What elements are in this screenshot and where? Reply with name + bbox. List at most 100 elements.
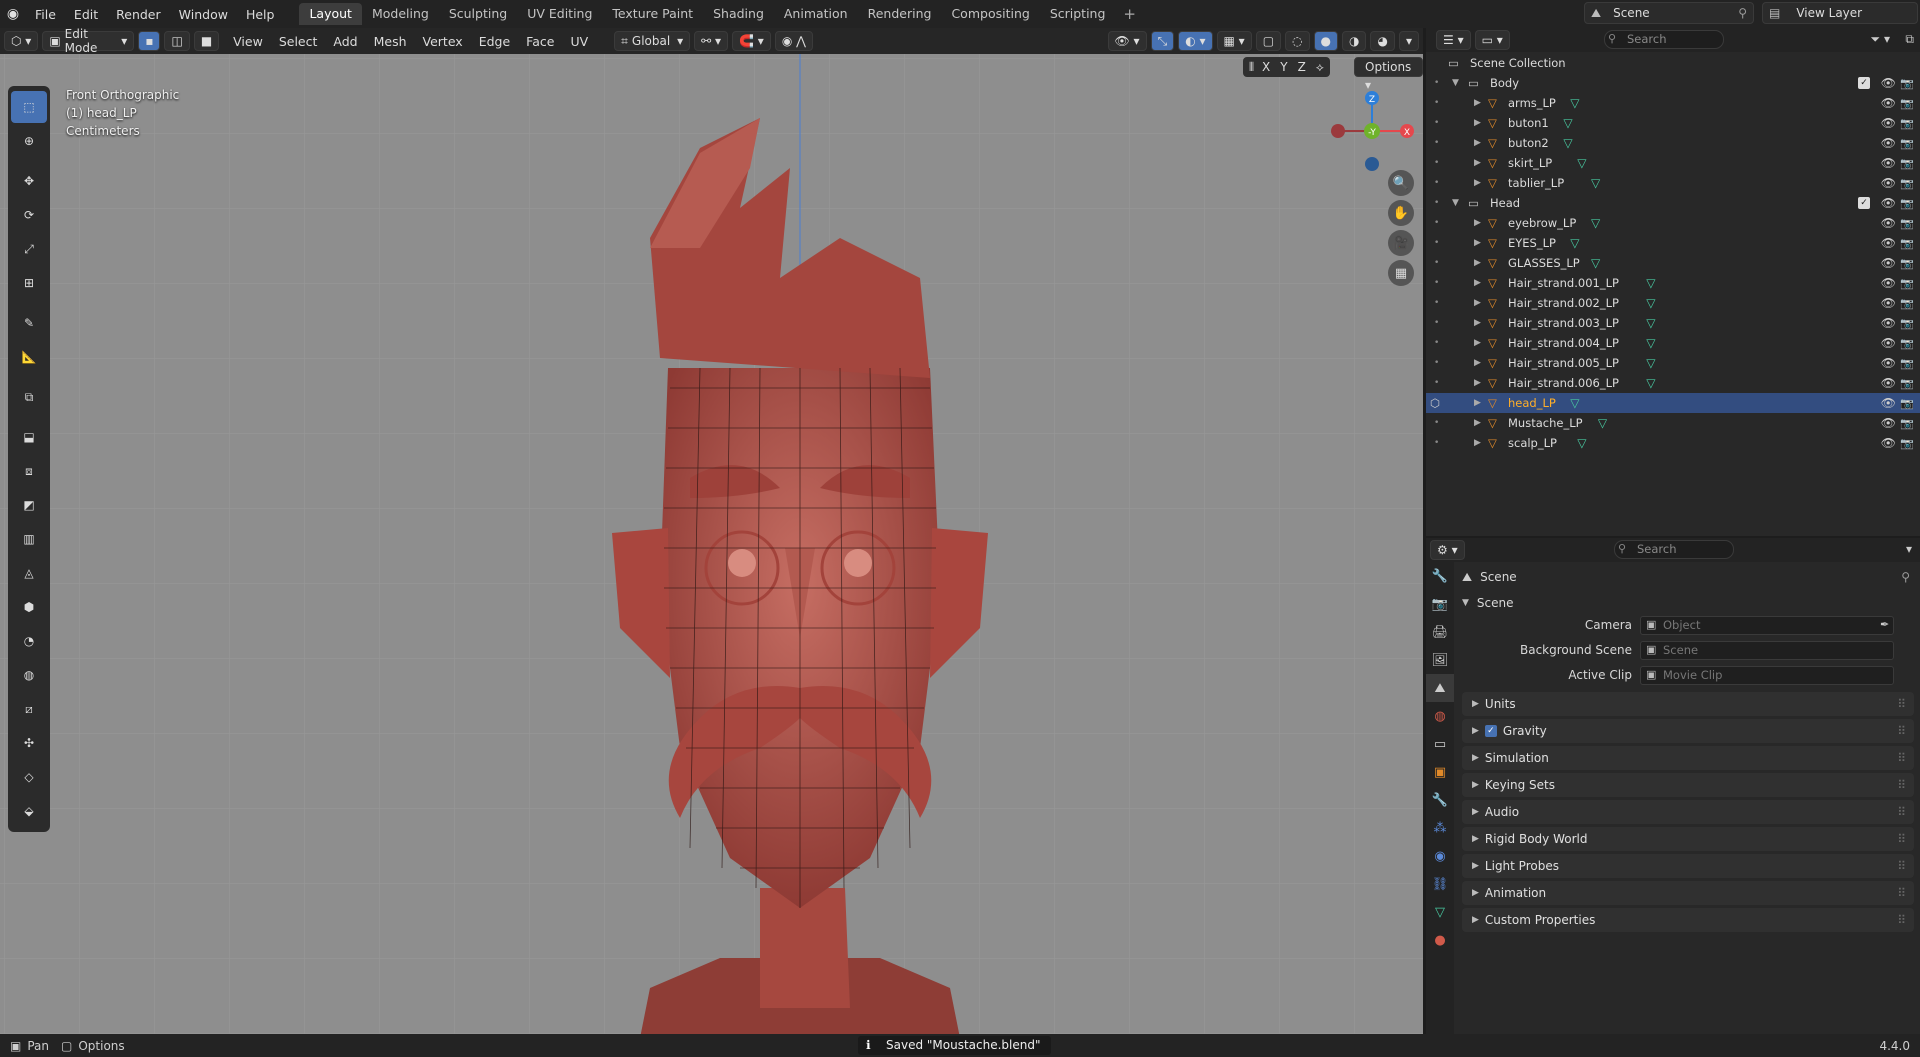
menu-view[interactable]: View — [225, 34, 271, 49]
mesh-data-icon[interactable]: ▽ — [1646, 356, 1655, 370]
field-input[interactable]: Scene — [1640, 641, 1894, 660]
shrink-fatten-tool-icon[interactable]: ✣ — [11, 727, 47, 759]
camera-icon[interactable]: 📷 — [1900, 337, 1914, 350]
drag-handle-icon[interactable]: ⠿ — [1897, 859, 1906, 873]
collection-row[interactable]: • ▼ ▭ Head ✓ 👁 📷 — [1426, 193, 1920, 213]
chevron-right-icon[interactable]: ▶ — [1474, 398, 1481, 408]
chevron-right-icon[interactable]: ▶ — [1474, 258, 1481, 268]
loop-cut-tool-icon[interactable]: ▥ — [11, 523, 47, 555]
render-tab-icon[interactable]: 📷 — [1426, 590, 1454, 618]
poly-build-tool-icon[interactable]: ⬢ — [11, 591, 47, 623]
mesh-data-icon[interactable]: ▽ — [1563, 116, 1572, 130]
outliner-item[interactable]: • ▶ ▽ Hair_strand.004_LP ▽ 👁 📷 — [1426, 333, 1920, 353]
mesh-data-icon[interactable]: ▽ — [1646, 276, 1655, 290]
mesh-data-icon[interactable]: ▽ — [1646, 336, 1655, 350]
panel-header[interactable]: ▶ Keying Sets ⠿ — [1462, 773, 1914, 797]
camera-icon[interactable]: 📷 — [1900, 257, 1914, 270]
outliner-item[interactable]: • ▶ ▽ GLASSES_LP ▽ 👁 📷 — [1426, 253, 1920, 273]
chevron-right-icon[interactable]: ▶ — [1474, 218, 1481, 228]
zoom-icon[interactable]: 🔍 — [1388, 170, 1414, 196]
mesh-data-icon[interactable]: ▽ — [1570, 396, 1579, 410]
data-tab-icon[interactable]: ▽ — [1426, 898, 1454, 926]
field-input[interactable]: Movie Clip — [1640, 666, 1894, 685]
scale-tool-icon[interactable]: ⤢ — [11, 233, 47, 265]
tab-texture-paint[interactable]: Texture Paint — [602, 3, 703, 25]
wireframe-shading-button[interactable]: ◌ — [1285, 31, 1310, 51]
rip-region-tool-icon[interactable]: ⬙ — [11, 795, 47, 827]
outliner-search-input[interactable]: Search — [1604, 30, 1724, 49]
panel-header[interactable]: ▶ Animation ⠿ — [1462, 881, 1914, 905]
camera-icon[interactable]: 📷 — [1900, 117, 1914, 130]
drag-handle-icon[interactable]: ⠿ — [1897, 805, 1906, 819]
mirror-topology-icon[interactable]: ⟡ — [1316, 60, 1324, 75]
eye-icon[interactable]: 👁 — [1881, 376, 1896, 390]
chevron-right-icon[interactable]: ▶ — [1474, 298, 1481, 308]
chevron-right-icon[interactable]: ▶ — [1474, 238, 1481, 248]
outliner-item[interactable]: • ▶ ▽ Hair_strand.001_LP ▽ 👁 📷 — [1426, 273, 1920, 293]
outliner-item[interactable]: • ▶ ▽ buton1 ▽ 👁 📷 — [1426, 113, 1920, 133]
outliner-item[interactable]: • ▶ ▽ EYES_LP ▽ 👁 📷 — [1426, 233, 1920, 253]
eye-icon[interactable]: 👁 — [1881, 196, 1896, 210]
eye-icon[interactable]: 👁 — [1881, 236, 1896, 250]
eye-icon[interactable]: 👁 — [1881, 296, 1896, 310]
panel-header[interactable]: ▶ Units ⠿ — [1462, 692, 1914, 716]
camera-icon[interactable]: 📷 — [1900, 97, 1914, 110]
scene-selector[interactable]: ⛰ Scene ⚲ — [1584, 2, 1754, 24]
camera-icon[interactable]: 📷 — [1900, 437, 1914, 450]
scene-panel-header[interactable]: ▼ Scene — [1462, 592, 1910, 614]
chevron-right-icon[interactable]: ▶ — [1474, 118, 1481, 128]
eye-icon[interactable]: 👁 — [1881, 116, 1896, 130]
outliner-item[interactable]: • ▶ ▽ arms_LP ▽ 👁 📷 — [1426, 93, 1920, 113]
eye-icon[interactable]: 👁 — [1881, 156, 1896, 170]
drag-handle-icon[interactable]: ⠿ — [1897, 886, 1906, 900]
properties-editor-type-button[interactable]: ⚙ ▾ — [1430, 540, 1465, 560]
move-tool-icon[interactable]: ✥ — [11, 165, 47, 197]
camera-icon[interactable]: 📷 — [1900, 217, 1914, 230]
pin-icon[interactable]: ⚲ — [1901, 570, 1910, 584]
outliner-item[interactable]: • ▶ ▽ scalp_LP ▽ 👁 📷 — [1426, 433, 1920, 453]
properties-search-input[interactable]: Search — [1614, 540, 1734, 559]
view-layer-tab-icon[interactable]: 🖼 — [1426, 646, 1454, 674]
transform-orientation-selector[interactable]: ⌗ Global ▾ — [614, 31, 691, 51]
rotate-tool-icon[interactable]: ⟳ — [11, 199, 47, 231]
axis-z-toggle[interactable]: Z — [1298, 60, 1306, 74]
pan-hand-icon[interactable]: ✋ — [1388, 200, 1414, 226]
shear-tool-icon[interactable]: ◇ — [11, 761, 47, 793]
mesh-data-icon[interactable]: ▽ — [1646, 296, 1655, 310]
menu-window[interactable]: Window — [170, 4, 237, 25]
chevron-right-icon[interactable]: ▶ — [1474, 338, 1481, 348]
chevron-right-icon[interactable]: ▶ — [1474, 138, 1481, 148]
inset-tool-icon[interactable]: ⧈ — [11, 455, 47, 487]
tab-uv-editing[interactable]: UV Editing — [517, 3, 602, 25]
exclude-checkbox[interactable]: ✓ — [1858, 197, 1870, 209]
spin-tool-icon[interactable]: ◔ — [11, 625, 47, 657]
smooth-tool-icon[interactable]: ◍ — [11, 659, 47, 691]
menu-select[interactable]: Select — [271, 34, 326, 49]
display-mode-button[interactable]: ▭ ▾ — [1474, 30, 1510, 50]
navigation-gizmo[interactable]: Z -Y X — [1330, 88, 1420, 178]
edge-slide-tool-icon[interactable]: ⧄ — [11, 693, 47, 725]
extrude-tool-icon[interactable]: ⬓ — [11, 421, 47, 453]
world-tab-icon[interactable]: ◍ — [1426, 702, 1454, 730]
gizmo-toggle-button[interactable]: ⤡ — [1150, 31, 1175, 51]
editor-type-button[interactable]: ⬡ ▾ — [4, 31, 39, 51]
add-cube-tool-icon[interactable]: ⧉ — [11, 381, 47, 413]
mesh-data-icon[interactable]: ▽ — [1591, 256, 1600, 270]
camera-icon[interactable]: 📷 — [1900, 157, 1914, 170]
visibility-button[interactable]: 👁 ▾ — [1107, 31, 1147, 51]
outliner-item[interactable]: • ▶ ▽ buton2 ▽ 👁 📷 — [1426, 133, 1920, 153]
pin-icon[interactable]: ⚲ — [1738, 6, 1747, 20]
eye-icon[interactable]: 👁 — [1881, 276, 1896, 290]
tab-compositing[interactable]: Compositing — [941, 3, 1039, 25]
mesh-data-icon[interactable]: ▽ — [1598, 416, 1607, 430]
mesh-data-icon[interactable]: ▽ — [1577, 436, 1586, 450]
object-tab-icon[interactable]: ▣ — [1426, 758, 1454, 786]
tab-shading[interactable]: Shading — [703, 3, 774, 25]
pivot-point-button[interactable]: ⚯ ▾ — [694, 31, 729, 51]
camera-icon[interactable]: 📷 — [1900, 397, 1914, 410]
shading-options-button[interactable]: ▾ — [1398, 31, 1419, 51]
face-select-button[interactable]: ■ — [193, 31, 220, 51]
gravity-checkbox[interactable]: ✓ — [1484, 725, 1497, 737]
tab-sculpting[interactable]: Sculpting — [439, 3, 517, 25]
tool-tab-icon[interactable]: 🔧 — [1426, 562, 1454, 590]
